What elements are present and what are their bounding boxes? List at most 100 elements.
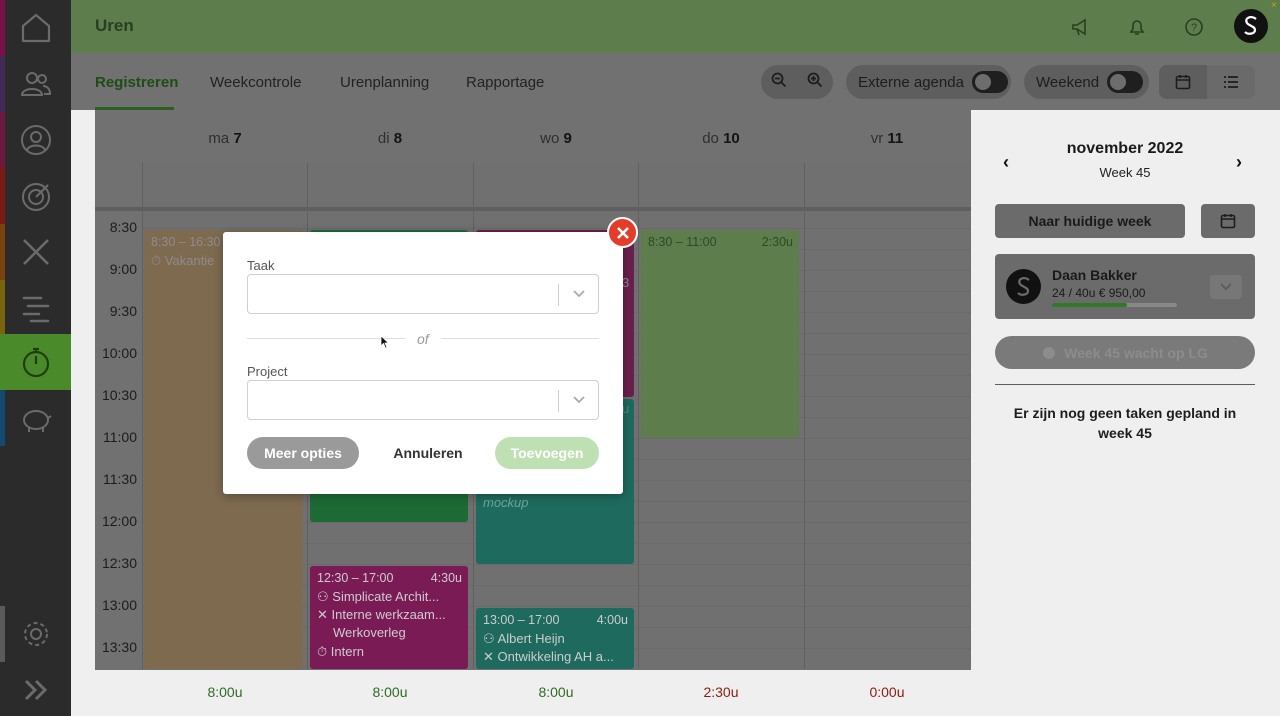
calendar-view-button[interactable] (1159, 65, 1207, 99)
time-column (95, 163, 142, 669)
bell-icon[interactable] (1125, 15, 1149, 39)
weekend-label: Weekend (1036, 73, 1100, 91)
time-label: 11:00 (103, 429, 137, 445)
user-card: Daan Bakker 24 / 40u € 950,00 (995, 254, 1255, 319)
day-total-thu: 2:30u (703, 684, 739, 700)
add-entry-modal: Taak of Project Meer opties Annuleren To… (223, 232, 623, 494)
month-label: november 2022 (1066, 140, 1184, 157)
user-hours: 24 / 40u € 950,00 (1052, 286, 1146, 300)
event-line: ✕ Interne werkzaam... (317, 607, 446, 622)
prev-week-icon[interactable]: ‹ (1003, 152, 1009, 173)
event-wed-afternoon[interactable]: 13:00 – 17:00 4:00u ⚇ Albert Heijn ✕ Ont… (476, 608, 634, 669)
corner-mark: × (1271, 0, 1277, 11)
day-header-wed: wo 9 (540, 130, 572, 147)
task-select[interactable] (247, 274, 599, 314)
user-dropdown-button[interactable] (1210, 275, 1242, 299)
weekend-toggle[interactable] (1107, 71, 1144, 93)
people-icon (20, 72, 51, 96)
event-duration: 4:00u (596, 613, 628, 627)
select-separator (558, 390, 559, 412)
megaphone-icon[interactable] (1068, 15, 1092, 39)
gear-icon (23, 622, 48, 646)
next-week-icon[interactable]: › (1236, 152, 1242, 173)
day-total-mon: 8:00u (207, 684, 243, 700)
cancel-button[interactable]: Annuleren (383, 437, 473, 469)
event-line: Werkoverleg (333, 625, 406, 640)
date-picker-button[interactable] (1201, 204, 1255, 238)
no-tasks-message: Er zijn nog geen taken gepland in week 4… (1013, 405, 1237, 441)
project-label: Project (247, 364, 288, 379)
sidebar-item-employees[interactable] (0, 112, 71, 168)
event-time: 13:00 – 17:00 (483, 613, 560, 627)
time-label: 12:30 (101, 555, 137, 571)
add-button[interactable]: Toevoegen (495, 437, 599, 469)
chevron-down-icon (1220, 283, 1232, 291)
sidebar-stripe (0, 112, 5, 168)
sidebar-stripe (0, 0, 5, 56)
event-line: ⚇ Albert Heijn (483, 631, 565, 646)
divider (441, 338, 599, 339)
sidebar-item-projects[interactable] (0, 224, 71, 280)
event-time: 8:30 – 16:30 (151, 235, 221, 249)
hours-progress-fill (1052, 303, 1127, 307)
sidebar-item-planning[interactable] (0, 280, 71, 336)
sidebar-item-home[interactable] (0, 0, 71, 56)
grid-line (638, 163, 639, 669)
stopwatch-icon: ⏱ (151, 253, 162, 268)
time-label: 12:00 (101, 513, 137, 529)
stopwatch-icon: ⏱ (317, 644, 328, 659)
user-icon (20, 125, 51, 155)
event-tue-afternoon[interactable]: 12:30 – 17:00 4:30u ⚇ Simplicate Archit.… (310, 566, 468, 669)
event-line: ⏱ Vakantie (151, 253, 215, 268)
tab-weekcontrole[interactable]: Weekcontrole (210, 74, 301, 91)
project-select[interactable] (247, 380, 599, 420)
sidebar-item-finance[interactable] (0, 390, 71, 446)
sidebar-stripe (0, 224, 5, 280)
more-options-button[interactable]: Meer opties (247, 437, 359, 469)
event-thu[interactable]: 8:30 – 11:00 2:30u (641, 230, 799, 438)
stopwatch-icon (22, 347, 49, 378)
clock-icon (1043, 346, 1056, 359)
day-header-mon: ma 7 (208, 130, 242, 147)
external-agenda-toggle-group: Externe agenda (846, 65, 1011, 99)
day-total-wed: 8:00u (538, 684, 574, 700)
current-week-button[interactable]: Naar huidige week (995, 204, 1185, 238)
sidebar-item-relations[interactable] (0, 56, 71, 112)
user-name: Daan Bakker (1052, 267, 1137, 283)
week-status-button[interactable]: Week 45 wacht op LG (995, 336, 1255, 369)
sidebar-item-sales[interactable] (0, 168, 71, 224)
tools-icon: ✕ (317, 607, 328, 622)
sidebar-stripe (0, 280, 5, 336)
tab-rapportage[interactable]: Rapportage (466, 74, 544, 91)
tab-urenplanning[interactable]: Urenplanning (340, 74, 429, 91)
select-separator (558, 284, 559, 306)
avatar[interactable] (1234, 9, 1268, 43)
sidebar-item-hours[interactable] (0, 334, 71, 390)
weekend-toggle-group: Weekend (1024, 65, 1149, 99)
people-icon: ⚇ (483, 631, 495, 646)
close-modal-button[interactable] (607, 217, 638, 248)
time-label: 9:30 (109, 303, 137, 319)
sidebar-item-settings[interactable] (0, 606, 71, 662)
tab-registreren[interactable]: Registreren (95, 74, 178, 91)
view-switch (1159, 65, 1255, 99)
event-line: ⚇ Simplicate Archit... (317, 589, 440, 604)
calendar-icon (1175, 75, 1191, 90)
list-view-button[interactable] (1207, 65, 1255, 99)
tools-icon (22, 239, 49, 265)
close-icon (616, 226, 629, 239)
zoom-in-icon[interactable] (807, 72, 823, 92)
external-agenda-toggle[interactable] (971, 71, 1008, 93)
zoom-out-icon[interactable] (771, 72, 787, 92)
grid-line (142, 228, 971, 229)
target-icon (21, 183, 50, 211)
list-icon (1224, 76, 1238, 88)
simplicate-logo-icon (1016, 276, 1030, 296)
expand-icon (24, 679, 47, 701)
sidebar-item-expand[interactable] (0, 662, 71, 716)
grid-line (804, 163, 805, 669)
simplicate-logo-icon (1244, 16, 1257, 35)
time-label: 10:30 (101, 387, 137, 403)
event-tag: mockup (483, 495, 529, 510)
help-icon[interactable]: ? (1182, 15, 1206, 39)
